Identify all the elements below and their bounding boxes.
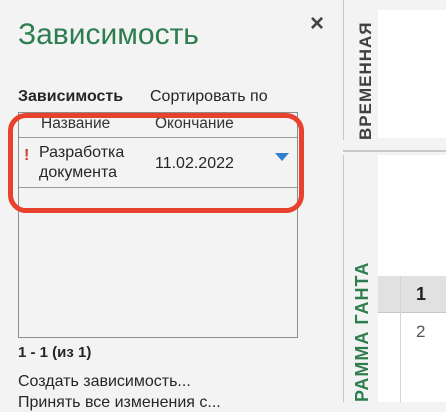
timeline-area <box>378 10 446 138</box>
view-divider <box>343 150 446 152</box>
row-number-2[interactable]: 2 <box>416 322 425 342</box>
row-number-1[interactable]: 1 <box>416 284 426 305</box>
sort-by-link[interactable]: Сортировать по <box>150 88 268 106</box>
dependency-label: Зависимость <box>18 88 124 105</box>
pane-title: Зависимость <box>18 18 199 51</box>
gantt-tab-label: РАММА ГАНТА <box>352 261 372 402</box>
accept-all-changes-link[interactable]: Принять все изменения с... <box>18 394 221 412</box>
close-icon[interactable]: × <box>310 12 324 36</box>
highlight-annotation <box>8 113 304 213</box>
result-count: 1 - 1 (из 1) <box>18 344 92 361</box>
timeline-tab-label: ВРЕМЕННАЯ <box>356 21 375 140</box>
dependency-pane: Зависимость × Зависимость Сортировать по… <box>0 0 343 411</box>
create-dependency-link[interactable]: Создать зависимость... <box>18 373 191 391</box>
